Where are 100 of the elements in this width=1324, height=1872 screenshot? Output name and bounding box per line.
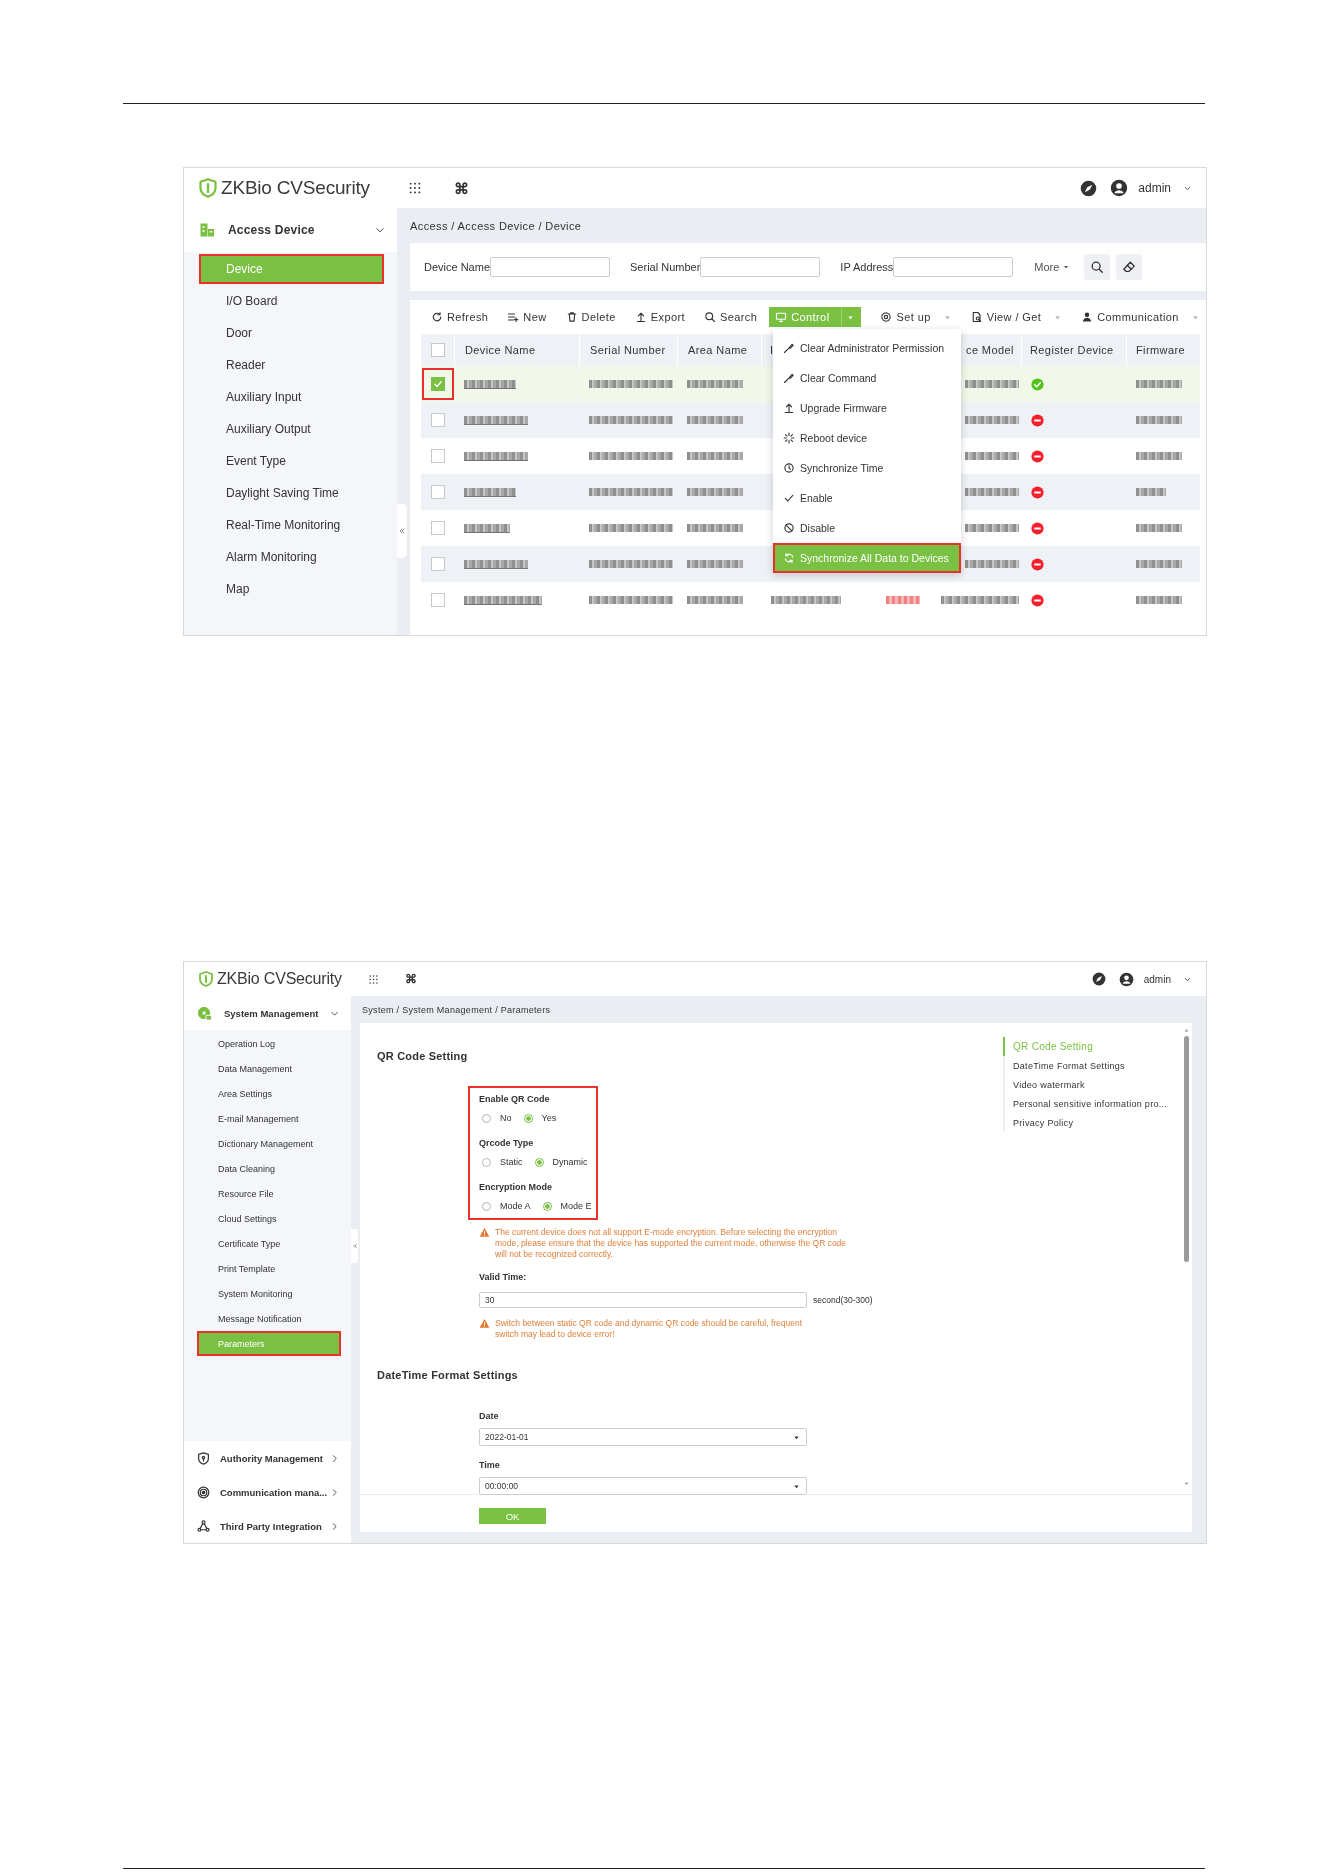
checkbox[interactable] [430, 449, 445, 463]
toolbar-button[interactable]: Export [634, 311, 685, 323]
menu-group-label[interactable]: Access Device [228, 223, 315, 237]
toolbar-button[interactable]: Refresh [431, 311, 489, 323]
sidebar-item[interactable]: E-mail Management [197, 1106, 341, 1131]
sidebar-item[interactable]: Cloud Settings [197, 1206, 341, 1231]
menu-item[interactable]: Clear Command [773, 363, 961, 393]
apps-icon[interactable] [367, 973, 379, 985]
anchor-link[interactable]: Video watermark [1003, 1075, 1168, 1094]
anchor-link[interactable]: DateTime Format Settings [1003, 1056, 1168, 1075]
search-button[interactable] [1084, 254, 1111, 280]
column-header[interactable]: Firmware [1136, 344, 1186, 356]
scrollbar-thumb[interactable] [1183, 1036, 1189, 1262]
sidebar-item[interactable]: Dictionary Management [197, 1131, 341, 1156]
radio-label[interactable]: Static [500, 1156, 523, 1168]
radio-button[interactable] [542, 1201, 552, 1211]
text-input[interactable] [893, 257, 1014, 277]
column-header[interactable]: I [770, 344, 774, 356]
blurred-link[interactable] [464, 559, 528, 569]
sidebar-item[interactable]: I/O Board [199, 286, 384, 316]
checkbox[interactable] [430, 413, 445, 427]
toolbar-button[interactable]: Search [703, 311, 758, 323]
sidebar-item[interactable]: Reader [199, 350, 384, 380]
user-name[interactable]: admin [1143, 973, 1171, 985]
checkbox[interactable] [430, 557, 445, 571]
blurred-link[interactable] [464, 523, 510, 533]
blurred-link[interactable] [464, 415, 528, 425]
sidebar-item[interactable]: Event Type [199, 446, 384, 476]
apps-icon[interactable] [407, 181, 422, 195]
menu-item[interactable]: Reboot device [773, 423, 961, 453]
sidebar-item[interactable]: Data Cleaning [197, 1156, 341, 1181]
more-button[interactable]: More [1034, 261, 1071, 273]
column-header[interactable]: Register Device [1030, 344, 1114, 356]
checkbox[interactable] [430, 593, 445, 607]
chevron-icon[interactable] [375, 225, 385, 235]
toolbar-button[interactable]: Delete [565, 311, 616, 323]
sidebar-item[interactable]: Daylight Saving Time [199, 478, 384, 508]
sidebar-item[interactable]: Alarm Monitoring [199, 542, 384, 572]
sidebar-item[interactable]: Resource File [197, 1181, 341, 1206]
radio-button[interactable] [534, 1157, 544, 1167]
radio-label[interactable]: Yes [541, 1112, 557, 1124]
radio-label[interactable]: No [500, 1112, 512, 1124]
text-input[interactable] [490, 257, 611, 277]
toolbar-button[interactable]: New [507, 311, 547, 323]
checkbox[interactable] [430, 485, 445, 499]
column-header[interactable]: Device Name [465, 344, 536, 356]
checkbox[interactable] [430, 343, 445, 357]
chevron-icon[interactable] [330, 1453, 339, 1463]
user-icon[interactable] [1110, 179, 1129, 197]
blurred-link[interactable] [464, 595, 542, 605]
clear-button[interactable] [1116, 254, 1143, 280]
text-input[interactable] [700, 257, 821, 277]
toolbar-button[interactable]: Set up [880, 311, 952, 323]
sidebar-item[interactable]: Auxiliary Input [199, 382, 384, 412]
menu-group-label[interactable]: Communication mana... [220, 1486, 328, 1498]
column-header[interactable]: Area Name [688, 344, 748, 356]
sidebar-item[interactable]: Data Management [197, 1056, 341, 1081]
anchor-link[interactable]: Privacy Policy [1003, 1113, 1168, 1132]
sidebar-item[interactable]: Auxiliary Output [199, 414, 384, 444]
radio-button[interactable] [523, 1113, 533, 1123]
menu-item[interactable]: Enable [773, 483, 961, 513]
blurred-link[interactable] [464, 451, 528, 461]
menu-item[interactable]: Synchronize Time [773, 453, 961, 483]
select-field[interactable]: 00:00:00 [479, 1477, 807, 1495]
sidebar-item[interactable]: Map [199, 574, 384, 604]
column-header[interactable]: ce Model [966, 344, 1014, 356]
sidebar-item[interactable]: Operation Log [197, 1031, 341, 1056]
text-input[interactable]: 30 [479, 1292, 807, 1308]
menu-item[interactable]: Clear Administrator Permission [773, 333, 961, 363]
blurred-link[interactable] [464, 379, 516, 389]
sidebar-item[interactable]: System Monitoring [197, 1281, 341, 1306]
radio-label[interactable]: Mode E [560, 1200, 592, 1212]
chevron-icon[interactable] [330, 1487, 339, 1497]
menu-group-label[interactable]: Authority Management [220, 1452, 323, 1464]
radio-label[interactable]: Dynamic [552, 1156, 588, 1168]
command-icon[interactable]: ⌘ [453, 180, 469, 196]
sidebar-item[interactable]: Area Settings [197, 1081, 341, 1106]
blurred-link[interactable] [464, 487, 516, 497]
toolbar-button[interactable]: View / Get [970, 311, 1063, 323]
checkbox[interactable] [430, 377, 445, 391]
checkbox[interactable] [430, 521, 445, 535]
menu-item[interactable]: Disable [773, 513, 961, 543]
chevron-icon[interactable] [330, 1521, 339, 1531]
compass-icon[interactable] [1080, 179, 1098, 197]
user-name[interactable]: admin [1138, 181, 1171, 195]
sidebar-item[interactable]: Door [199, 318, 384, 348]
sidebar-item[interactable]: Real-Time Monitoring [199, 510, 384, 540]
sidebar-item[interactable]: Certificate Type [197, 1231, 341, 1256]
menu-group-label[interactable]: Third Party Integration [220, 1520, 322, 1532]
menu-item[interactable]: Upgrade Firmware [773, 393, 961, 423]
toolbar-button[interactable]: Communication [1081, 311, 1200, 323]
command-icon[interactable]: ⌘ [404, 973, 417, 985]
anchor-link[interactable]: Personal sensitive information pro... [1003, 1094, 1168, 1113]
radio-label[interactable]: Mode A [500, 1200, 531, 1212]
column-header[interactable]: Serial Number [590, 344, 666, 356]
compass-icon[interactable] [1091, 972, 1106, 986]
sidebar-item[interactable]: Message Notification [197, 1306, 341, 1331]
user-icon[interactable] [1118, 971, 1134, 987]
sidebar-item[interactable]: Print Template [197, 1256, 341, 1281]
select-field[interactable]: 2022-01-01 [479, 1428, 807, 1446]
